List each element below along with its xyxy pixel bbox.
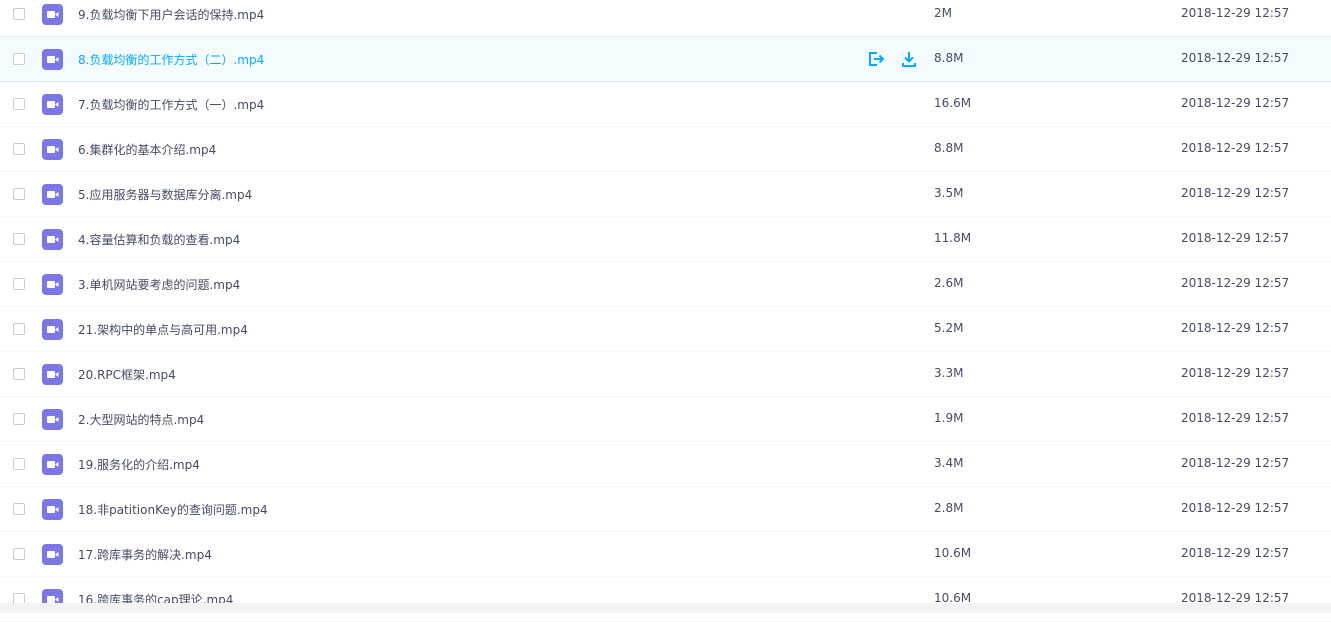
file-row[interactable]: 17.跨库事务的解决.mp4 10.6M 2018-12-29 12:57 <box>0 532 1331 577</box>
file-name[interactable]: 17.跨库事务的解决.mp4 <box>78 546 212 563</box>
file-name[interactable]: 21.架构中的单点与高可用.mp4 <box>78 321 248 338</box>
row-checkbox[interactable] <box>13 98 25 110</box>
video-file-icon <box>42 94 63 115</box>
file-name[interactable]: 19.服务化的介绍.mp4 <box>78 456 200 473</box>
file-date: 2018-12-29 12:57 <box>1181 456 1290 470</box>
file-date: 2018-12-29 12:57 <box>1181 366 1290 380</box>
file-row[interactable]: 6.集群化的基本介绍.mp4 8.8M 2018-12-29 12:57 <box>0 127 1331 172</box>
row-checkbox[interactable] <box>13 548 25 560</box>
row-checkbox[interactable] <box>13 233 25 245</box>
file-name[interactable]: 7.负载均衡的工作方式（一）.mp4 <box>78 96 264 113</box>
video-file-icon <box>42 499 63 520</box>
file-row[interactable]: 2.大型网站的特点.mp4 1.9M 2018-12-29 12:57 <box>0 397 1331 442</box>
file-date: 2018-12-29 12:57 <box>1181 231 1290 245</box>
file-size: 3.4M <box>934 456 964 470</box>
file-name[interactable]: 18.非patitionKey的查询问题.mp4 <box>78 501 268 518</box>
file-date: 2018-12-29 12:57 <box>1181 6 1290 20</box>
file-name[interactable]: 9.负载均衡下用户会话的保持.mp4 <box>78 6 264 23</box>
file-size: 2.6M <box>934 276 964 290</box>
file-name[interactable]: 6.集群化的基本介绍.mp4 <box>78 141 216 158</box>
video-file-icon <box>42 49 63 70</box>
file-name[interactable]: 2.大型网站的特点.mp4 <box>78 411 204 428</box>
video-file-icon <box>42 544 63 565</box>
file-row[interactable]: 19.服务化的介绍.mp4 3.4M 2018-12-29 12:57 <box>0 442 1331 487</box>
horizontal-scrollbar[interactable] <box>0 603 1331 613</box>
share-icon[interactable] <box>866 49 886 69</box>
file-date: 2018-12-29 12:57 <box>1181 501 1290 515</box>
file-row[interactable]: 5.应用服务器与数据库分离.mp4 3.5M 2018-12-29 12:57 <box>0 172 1331 217</box>
file-date: 2018-12-29 12:57 <box>1181 141 1290 155</box>
file-size: 2.8M <box>934 501 964 515</box>
file-size: 10.6M <box>934 546 972 560</box>
file-date: 2018-12-29 12:57 <box>1181 51 1290 65</box>
video-file-icon <box>42 184 63 205</box>
row-checkbox[interactable] <box>13 143 25 155</box>
row-checkbox[interactable] <box>13 323 25 335</box>
file-row[interactable]: 16.跨库事务的cap理论.mp4 10.6M 2018-12-29 12:57 <box>0 577 1331 622</box>
file-date: 2018-12-29 12:57 <box>1181 276 1290 290</box>
file-date: 2018-12-29 12:57 <box>1181 321 1290 335</box>
file-row[interactable]: 3.单机网站要考虑的问题.mp4 2.6M 2018-12-29 12:57 <box>0 262 1331 307</box>
row-checkbox[interactable] <box>13 413 25 425</box>
file-size: 11.8M <box>934 231 972 245</box>
row-checkbox[interactable] <box>13 8 25 20</box>
video-file-icon <box>42 364 63 385</box>
file-size: 8.8M <box>934 141 964 155</box>
file-size: 5.2M <box>934 321 964 335</box>
file-date: 2018-12-29 12:57 <box>1181 411 1290 425</box>
video-file-icon <box>42 4 63 25</box>
row-checkbox[interactable] <box>13 368 25 380</box>
file-size: 1.9M <box>934 411 964 425</box>
file-row[interactable]: 21.架构中的单点与高可用.mp4 5.2M 2018-12-29 12:57 <box>0 307 1331 352</box>
video-file-icon <box>42 229 63 250</box>
file-date: 2018-12-29 12:57 <box>1181 546 1290 560</box>
row-checkbox[interactable] <box>13 53 25 65</box>
download-icon[interactable] <box>899 49 919 69</box>
row-checkbox[interactable] <box>13 458 25 470</box>
video-file-icon <box>42 409 63 430</box>
row-checkbox[interactable] <box>13 503 25 515</box>
file-size: 16.6M <box>934 96 972 110</box>
file-size: 3.5M <box>934 186 964 200</box>
file-row[interactable]: 18.非patitionKey的查询问题.mp4 2.8M 2018-12-29 1… <box>0 487 1331 532</box>
file-name[interactable]: 3.单机网站要考虑的问题.mp4 <box>78 276 240 293</box>
video-file-icon <box>42 139 63 160</box>
video-file-icon <box>42 274 63 295</box>
row-checkbox[interactable] <box>13 278 25 290</box>
file-row[interactable]: 8.负载均衡的工作方式（二）.mp4 8.8M 2018-12-29 12:57 <box>0 36 1331 82</box>
file-name[interactable]: 20.RPC框架.mp4 <box>78 366 176 383</box>
file-size: 2M <box>934 6 952 20</box>
file-row[interactable]: 20.RPC框架.mp4 3.3M 2018-12-29 12:57 <box>0 352 1331 397</box>
file-size: 8.8M <box>934 51 964 65</box>
file-date: 2018-12-29 12:57 <box>1181 96 1290 110</box>
file-row[interactable]: 4.容量估算和负载的查看.mp4 11.8M 2018-12-29 12:57 <box>0 217 1331 262</box>
file-name[interactable]: 4.容量估算和负载的查看.mp4 <box>78 231 240 248</box>
file-row[interactable]: 7.负载均衡的工作方式（一）.mp4 16.6M 2018-12-29 12:57 <box>0 82 1331 127</box>
video-file-icon <box>42 319 63 340</box>
row-checkbox[interactable] <box>13 188 25 200</box>
file-name[interactable]: 5.应用服务器与数据库分离.mp4 <box>78 186 252 203</box>
file-list: 9.负载均衡下用户会话的保持.mp4 2M 2018-12-29 12:57 8.负载… <box>0 0 1331 622</box>
file-size: 3.3M <box>934 366 964 380</box>
file-row[interactable]: 9.负载均衡下用户会话的保持.mp4 2M 2018-12-29 12:57 <box>0 0 1331 37</box>
file-date: 2018-12-29 12:57 <box>1181 186 1290 200</box>
video-file-icon <box>42 454 63 475</box>
file-name[interactable]: 8.负载均衡的工作方式（二）.mp4 <box>78 51 264 68</box>
